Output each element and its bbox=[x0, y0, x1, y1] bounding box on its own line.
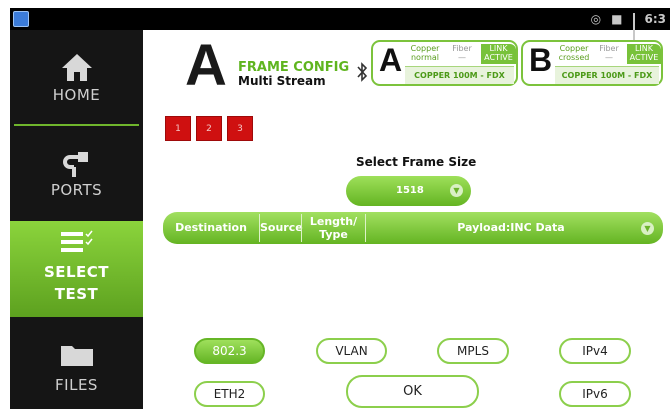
network-icon: ■ bbox=[611, 12, 623, 26]
sync-icon: ◎ bbox=[590, 12, 602, 26]
frame-size-select[interactable]: 1518 ▼ bbox=[346, 176, 471, 206]
cell-line: Fiber bbox=[599, 44, 619, 53]
cell-line: ACTIVE bbox=[629, 53, 659, 62]
port-b-fiber-status: Fiber — bbox=[593, 44, 625, 64]
app-notification-icon bbox=[13, 11, 29, 27]
frame-size-label: Select Frame Size bbox=[356, 155, 477, 169]
port-a-letter: A bbox=[379, 42, 403, 78]
protocol-mpls-button[interactable]: MPLS bbox=[437, 338, 509, 364]
port-b-speed: COPPER 100M - FDX bbox=[555, 66, 659, 84]
sidebar-item-label: FILES bbox=[55, 376, 98, 394]
sidebar-item-label: HOME bbox=[52, 86, 101, 104]
page-subtitle: Multi Stream bbox=[238, 74, 326, 88]
port-a-link-status: LINK ACTIVE bbox=[481, 44, 516, 64]
cell-line: Copper bbox=[559, 44, 589, 53]
stream-tab-2[interactable]: 2 bbox=[196, 116, 222, 141]
sidebar-item-label-line1: SELECT bbox=[43, 263, 110, 281]
port-b-copper-status: Copper crossed bbox=[557, 44, 591, 64]
length-type-column[interactable]: Length/ Type bbox=[302, 215, 365, 241]
sidebar: HOME PORTS SELECT TEST FILES bbox=[10, 30, 143, 409]
sidebar-item-ports[interactable]: PORTS bbox=[10, 127, 143, 219]
protocol-ipv6-button[interactable]: IPv6 bbox=[559, 381, 631, 407]
status-icons: ◎ ■ 6:3 bbox=[590, 10, 667, 46]
signal-icon bbox=[632, 13, 635, 46]
cell-line: Copper bbox=[410, 44, 440, 53]
cell-line: — bbox=[605, 53, 613, 62]
chevron-down-icon: ▼ bbox=[450, 184, 463, 197]
cell-line: crossed bbox=[558, 53, 590, 62]
checklist-icon bbox=[60, 230, 93, 252]
folder-icon bbox=[60, 346, 93, 366]
port-a-speed: COPPER 100M - FDX bbox=[405, 66, 514, 84]
frame-fields-header: Destination Source Length/ Type Payload:… bbox=[163, 212, 663, 244]
protocol-ipv4-button[interactable]: IPv4 bbox=[559, 338, 631, 364]
cell-line: LINK bbox=[634, 44, 654, 53]
port-a-fiber-status: Fiber — bbox=[445, 44, 479, 64]
clock: 6:3 bbox=[644, 12, 667, 26]
port-b-link-status: LINK ACTIVE bbox=[627, 44, 661, 64]
status-bar: ◎ ■ 6:3 bbox=[10, 8, 670, 46]
frame-size-value: 1518 bbox=[396, 185, 424, 196]
page-title: FRAME CONFIG bbox=[238, 60, 350, 75]
sidebar-item-select-test[interactable]: SELECT TEST bbox=[10, 221, 143, 317]
sidebar-item-home[interactable]: HOME bbox=[10, 30, 143, 122]
cell-line: normal bbox=[410, 53, 440, 62]
sidebar-item-files[interactable]: FILES bbox=[10, 322, 143, 409]
sidebar-item-label-line2: TEST bbox=[54, 285, 99, 303]
chevron-down-icon[interactable]: ▼ bbox=[641, 222, 654, 235]
payload-column[interactable]: Payload:INC Data bbox=[366, 212, 656, 244]
source-column[interactable]: Source bbox=[260, 212, 303, 244]
cell-line: — bbox=[458, 53, 466, 62]
app-window: ◎ ■ 6:3 HOME PORTS SELECT TEST FILES A F… bbox=[0, 0, 670, 409]
destination-column[interactable]: Destination bbox=[163, 212, 259, 244]
cell-line: ACTIVE bbox=[484, 53, 513, 62]
protocol-802-3-button[interactable]: 802.3 bbox=[194, 338, 265, 364]
port-b-panel[interactable]: B Copper crossed Fiber — LINK ACTIVE COP… bbox=[521, 40, 663, 86]
cell-line: LINK bbox=[489, 44, 508, 53]
stream-tab-3[interactable]: 3 bbox=[227, 116, 253, 141]
port-indicator-letter: A bbox=[185, 33, 227, 98]
protocol-vlan-button[interactable]: VLAN bbox=[316, 338, 387, 364]
port-a-panel[interactable]: A Copper normal Fiber — LINK ACTIVE COPP… bbox=[371, 40, 518, 86]
port-b-letter: B bbox=[529, 42, 553, 78]
port-a-copper-status: Copper normal bbox=[407, 44, 443, 64]
length-type-line2: Type bbox=[319, 228, 348, 241]
sidebar-item-label: PORTS bbox=[50, 181, 103, 199]
home-icon bbox=[61, 54, 92, 81]
protocol-eth2-button[interactable]: ETH2 bbox=[194, 381, 265, 407]
cell-line: Fiber bbox=[452, 44, 472, 53]
stream-tab-1[interactable]: 1 bbox=[165, 116, 191, 141]
divider bbox=[14, 124, 139, 126]
length-type-line1: Length/ bbox=[309, 215, 358, 228]
bluetooth-icon bbox=[357, 62, 368, 82]
ports-icon bbox=[62, 152, 88, 177]
ok-button[interactable]: OK bbox=[346, 375, 479, 408]
